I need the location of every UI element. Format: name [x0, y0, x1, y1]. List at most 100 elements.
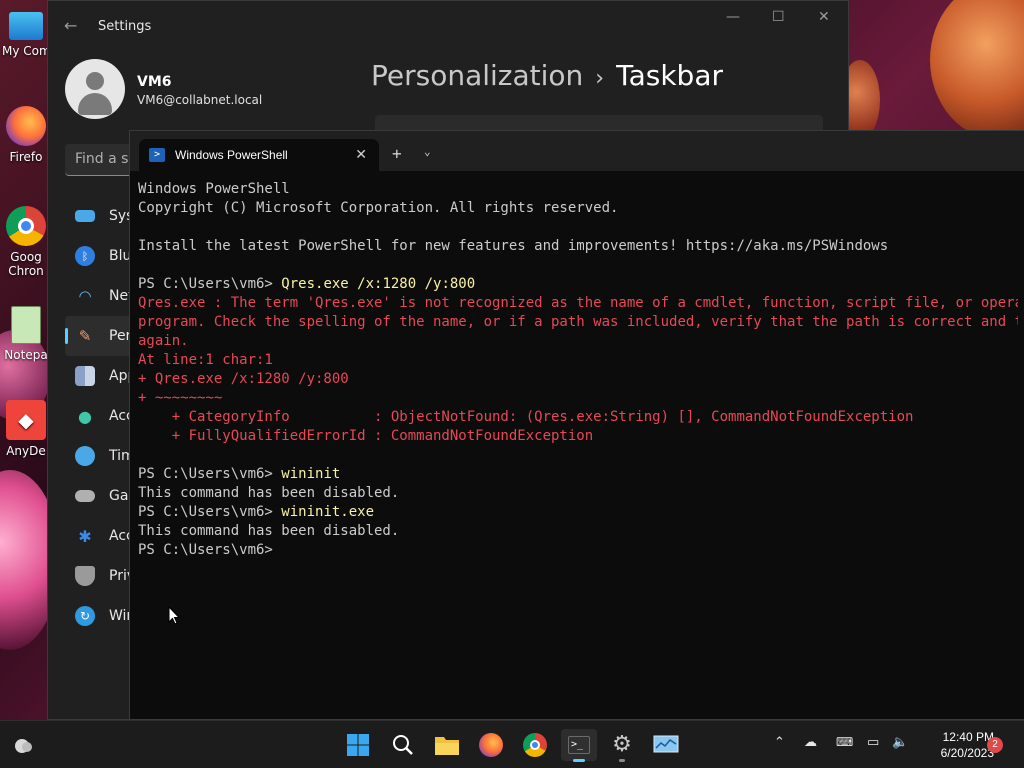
desktop-icon-label: Goog Chron: [8, 250, 44, 278]
desktop-icon-anydesk[interactable]: ◆ AnyDe: [2, 400, 50, 458]
terminal-command: wininit.exe: [281, 504, 375, 520]
terminal-line: Copyright (C) Microsoft Corporation. All…: [138, 199, 1018, 218]
apps-icon: [75, 366, 95, 386]
terminal-error-text: At line:1 char:1: [138, 352, 273, 368]
firefox-icon: [6, 106, 46, 146]
minimize-icon[interactable]: —: [726, 9, 740, 25]
avatar[interactable]: [65, 59, 125, 119]
clock[interactable]: 12:40 PM 6/20/2023: [918, 729, 994, 761]
terminal-error-text: + CategoryInfo : ObjectNotFound: (Qres.e…: [138, 409, 914, 425]
terminal-error-text: again.: [138, 333, 189, 349]
terminal-line: + ~~~~~~~~: [138, 389, 1018, 408]
personalization-icon: ✎: [78, 327, 92, 345]
desktop-icon-notepad[interactable]: Notepa: [2, 306, 50, 362]
start-button[interactable]: [342, 729, 374, 761]
breadcrumb-parent[interactable]: Personalization: [371, 59, 583, 92]
terminal-tabbar[interactable]: > Windows PowerShell ✕ + ⌄: [130, 131, 1024, 171]
windows-logo-icon: [347, 734, 369, 756]
accounts-icon: ●: [78, 406, 92, 426]
terminal-line: PS C:\Users\vm6> Qres.exe /x:1280 /y:800: [138, 275, 1018, 294]
terminal-line: PS C:\Users\vm6>: [138, 541, 1018, 560]
keyboard-icon[interactable]: ⌨: [836, 735, 853, 749]
windows-update-icon: ↻: [75, 606, 95, 626]
terminal-output[interactable]: Windows PowerShell Copyright (C) Microsof…: [138, 180, 1018, 560]
terminal-line: + CategoryInfo : ObjectNotFound: (Qres.e…: [138, 408, 1018, 427]
notepad-icon: [11, 306, 41, 344]
chevron-down-icon[interactable]: ⌄: [424, 145, 431, 158]
this-pc-icon: [9, 12, 43, 40]
terminal-error-text: + Qres.exe /x:1280 /y:800: [138, 371, 349, 387]
breadcrumb: Personalization › Taskbar: [371, 59, 723, 92]
volume-icon[interactable]: 🔈: [892, 735, 908, 750]
desktop-icon-chrome[interactable]: Goog Chron: [2, 206, 50, 278]
tab-windows-powershell[interactable]: > Windows PowerShell ✕: [139, 139, 379, 171]
clock-time: 12:40 PM: [942, 730, 994, 744]
terminal-line: Windows PowerShell: [138, 180, 1018, 199]
terminal-prompt: PS C:\Users\vm6>: [138, 466, 282, 482]
chevron-right-icon: ›: [595, 66, 605, 91]
terminal-output-text: This command has been disabled.: [138, 485, 400, 501]
desktop-icon-firefox[interactable]: Firefo: [2, 106, 50, 164]
resource-monitor-button[interactable]: [650, 729, 682, 761]
settings-titlebar[interactable]: ← Settings — ☐ ✕: [48, 1, 848, 49]
chevron-up-icon[interactable]: ⌃: [774, 735, 785, 750]
onedrive-icon[interactable]: ☁: [804, 735, 817, 750]
tab-title: Windows PowerShell: [175, 148, 288, 162]
terminal-line: program. Check the spelling of the name,…: [138, 313, 1018, 332]
desktop-icon-label: AnyDe: [6, 444, 46, 458]
settings-button[interactable]: ⚙: [606, 729, 638, 762]
maximize-icon[interactable]: ☐: [772, 9, 785, 25]
network-status-icon[interactable]: ▭: [867, 735, 879, 750]
close-icon[interactable]: ✕: [818, 9, 830, 25]
weather-icon[interactable]: [12, 735, 34, 755]
system-icon: [75, 210, 95, 222]
active-app-indicator: [573, 759, 585, 762]
terminal-prompt: PS C:\Users\vm6>: [138, 542, 282, 558]
terminal-line: + FullyQualifiedErrorId : CommandNotFoun…: [138, 427, 1018, 446]
terminal-prompt: PS C:\Users\vm6>: [138, 276, 282, 292]
terminal-line: PS C:\Users\vm6> wininit: [138, 465, 1018, 484]
file-explorer-button[interactable]: [431, 729, 463, 761]
settings-title: Settings: [98, 19, 152, 34]
terminal-output-text: Install the latest PowerShell for new fe…: [138, 238, 889, 254]
terminal-line: again.: [138, 332, 1018, 351]
desktop-icon-my-computer[interactable]: My Com: [2, 8, 50, 58]
terminal-line: Qres.exe : The term 'Qres.exe' is not re…: [138, 294, 1018, 313]
terminal-line: PS C:\Users\vm6> wininit.exe: [138, 503, 1018, 522]
bluetooth-icon: ᛒ: [75, 246, 95, 266]
terminal-output-text: Copyright (C) Microsoft Corporation. All…: [138, 200, 619, 216]
privacy-icon: [75, 566, 95, 586]
accessibility-icon: ✱: [78, 526, 92, 546]
new-tab-icon[interactable]: +: [392, 144, 402, 163]
terminal-line: This command has been disabled.: [138, 522, 1018, 541]
close-tab-icon[interactable]: ✕: [355, 146, 367, 163]
desktop-icon-label: Firefo: [9, 150, 43, 164]
anydesk-icon: ◆: [6, 400, 46, 440]
gear-icon: ⚙: [612, 732, 632, 757]
back-arrow-icon[interactable]: ←: [64, 16, 77, 35]
clock-date: 6/20/2023: [940, 746, 994, 760]
notification-badge[interactable]: 2: [987, 737, 1003, 753]
wallpaper-orb: [930, 0, 1024, 140]
running-app-indicator: [619, 759, 625, 762]
terminal-error-text: Qres.exe : The term 'Qres.exe' is not re…: [138, 295, 1018, 311]
chrome-icon: [6, 206, 46, 246]
firefox-icon: [479, 733, 503, 757]
search-icon: [393, 735, 413, 755]
terminal-command: Qres.exe /x:1280 /y:800: [281, 276, 476, 292]
powershell-window: > Windows PowerShell ✕ + ⌄ Windows Power…: [129, 130, 1024, 720]
terminal-button[interactable]: >_: [561, 729, 597, 762]
chrome-icon: [523, 733, 547, 757]
terminal-output-text: This command has been disabled.: [138, 523, 400, 539]
terminal-prompt: PS C:\Users\vm6>: [138, 504, 282, 520]
terminal-output-text: Windows PowerShell: [138, 181, 290, 197]
firefox-button[interactable]: [475, 729, 507, 761]
taskbar-search-button[interactable]: [387, 729, 419, 761]
terminal-icon: >_: [568, 736, 590, 754]
terminal-line: + Qres.exe /x:1280 /y:800: [138, 370, 1018, 389]
chrome-button[interactable]: [519, 729, 551, 761]
terminal-error-text: + FullyQualifiedErrorId : CommandNotFoun…: [138, 428, 594, 444]
desktop-icon-label: My Com: [2, 44, 50, 58]
